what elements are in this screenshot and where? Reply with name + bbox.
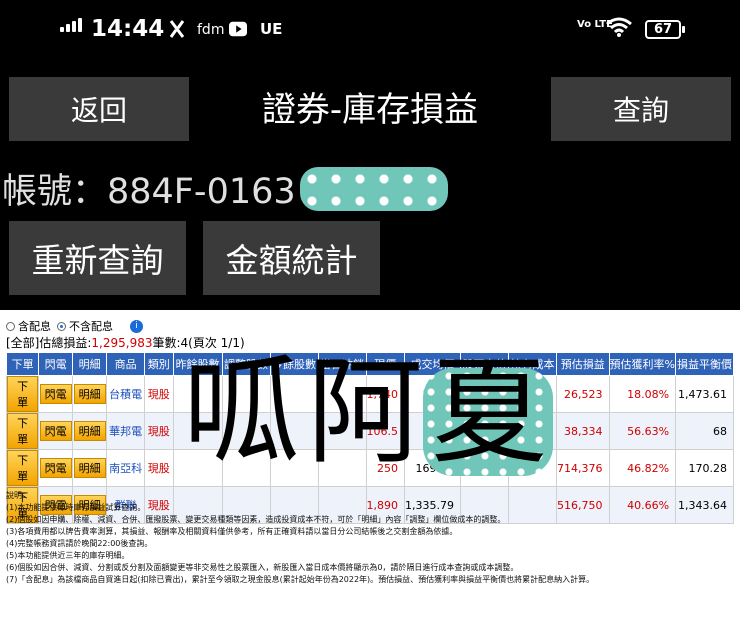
- flash-order-button[interactable]: 閃電: [39, 421, 72, 441]
- rate-cell: 46.82%: [608, 449, 677, 487]
- breakeven-cell: 68: [675, 412, 734, 450]
- amount-stats-button[interactable]: 金額統計: [203, 221, 380, 295]
- note-item: (7)「含配息」為該檔商品自買進日起(扣除已賣出)，累計至今領取之現金股息(累計…: [6, 575, 595, 584]
- col-header: 明細: [72, 352, 108, 376]
- note-item: (4)完整帳務資訊請於晚間22:00後查詢。: [6, 539, 153, 548]
- detail-button[interactable]: 明細: [73, 384, 106, 404]
- redaction-overlay: 呱阿夏: [183, 348, 563, 480]
- dividend-options: 含配息 不含配息 i: [6, 318, 143, 334]
- requery-button[interactable]: 重新查詢: [9, 221, 186, 295]
- breakeven-cell: 1,343.64: [675, 486, 734, 524]
- battery-icon: 67: [645, 20, 685, 39]
- notes-title: 說明：: [6, 491, 30, 500]
- breakeven-cell: 1,473.61: [675, 375, 734, 413]
- breakeven-cell: 170.28: [675, 449, 734, 487]
- profit-cell: 38,334: [556, 412, 610, 450]
- note-item: (5)本功能提供近三年的庫存明細。: [6, 551, 130, 560]
- overlay-text: 呱阿夏: [183, 345, 555, 480]
- ue-app-icon: UE: [260, 20, 283, 38]
- account-number: 帳號：884F-0163: [2, 172, 296, 212]
- order-button[interactable]: 下單: [7, 376, 39, 412]
- col-header: 類別: [144, 352, 174, 376]
- youtube-icon: [229, 20, 247, 38]
- product-link[interactable]: 華邦電: [106, 412, 145, 450]
- order-button[interactable]: 下單: [7, 450, 39, 486]
- account-redaction: [300, 167, 448, 211]
- summary-prefix: [全部]估總損益:: [6, 336, 92, 350]
- flash-order-button[interactable]: 閃電: [39, 458, 72, 478]
- category-cell: 現股: [144, 412, 174, 450]
- rate-cell: 18.08%: [608, 375, 677, 413]
- rate-cell: 40.66%: [608, 486, 677, 524]
- profit-cell: 714,376: [556, 449, 610, 487]
- flash-order-button[interactable]: 閃電: [39, 384, 72, 404]
- app-header-area: 14:44 fdm UE Vo LTE 67 返回 證券-庫存損益 查詢 帳號：…: [0, 0, 740, 310]
- detail-button[interactable]: 明細: [73, 421, 106, 441]
- info-icon[interactable]: i: [130, 319, 143, 333]
- note-item: (3)各項費用都以牌告費率測算，其損益、報酬率及相關資料僅供參考，所有正確資料請…: [6, 527, 458, 536]
- col-header: 商品: [106, 352, 145, 376]
- category-cell: 現股: [144, 375, 174, 413]
- col-header: 下單: [5, 352, 40, 376]
- col-header: 閃電: [38, 352, 74, 376]
- note-item: (1)本功能提供即時庫存損益試算查詢。: [6, 503, 146, 512]
- rate-cell: 56.63%: [608, 412, 677, 450]
- detail-button[interactable]: 明細: [73, 458, 106, 478]
- col-header: 預估損益: [556, 352, 610, 376]
- back-button[interactable]: 返回: [9, 77, 189, 141]
- note-item: (2)個股如因申購、除權、減資、合併、匯撥股票、變更交易種類等因素，造成投資成本…: [6, 515, 506, 524]
- x-app-icon: [168, 20, 186, 38]
- status-bar: 14:44 fdm UE Vo LTE 67: [0, 0, 740, 62]
- status-time: 14:44: [91, 16, 165, 42]
- fdm-app-icon: fdm: [197, 22, 225, 38]
- page-title: 證券-庫存損益: [261, 90, 479, 130]
- col-header: 損益平衡價: [675, 352, 734, 376]
- without-dividend-label: 不含配息: [69, 320, 113, 333]
- with-dividend-radio[interactable]: [6, 321, 15, 331]
- query-button[interactable]: 查詢: [551, 77, 731, 141]
- summary-total: 1,295,983: [91, 336, 153, 350]
- with-dividend-label: 含配息: [18, 320, 51, 333]
- profit-cell: 26,523: [556, 375, 610, 413]
- note-item: (6)個股如因合併、減資、分割或反分割及面額變更等非交易性之股票匯入，新股匯入當…: [6, 563, 519, 572]
- wifi-icon: [606, 17, 632, 37]
- order-button[interactable]: 下單: [7, 413, 39, 449]
- col-header: 預估獲利率%: [608, 352, 677, 376]
- notes-section: 說明： (1)本功能提供即時庫存損益試算查詢。 (2)個股如因申購、除權、減資、…: [6, 490, 594, 586]
- product-link[interactable]: 南亞科: [106, 449, 145, 487]
- category-cell: 現股: [144, 449, 174, 487]
- product-link[interactable]: 台積電: [106, 375, 145, 413]
- without-dividend-radio[interactable]: [57, 321, 66, 331]
